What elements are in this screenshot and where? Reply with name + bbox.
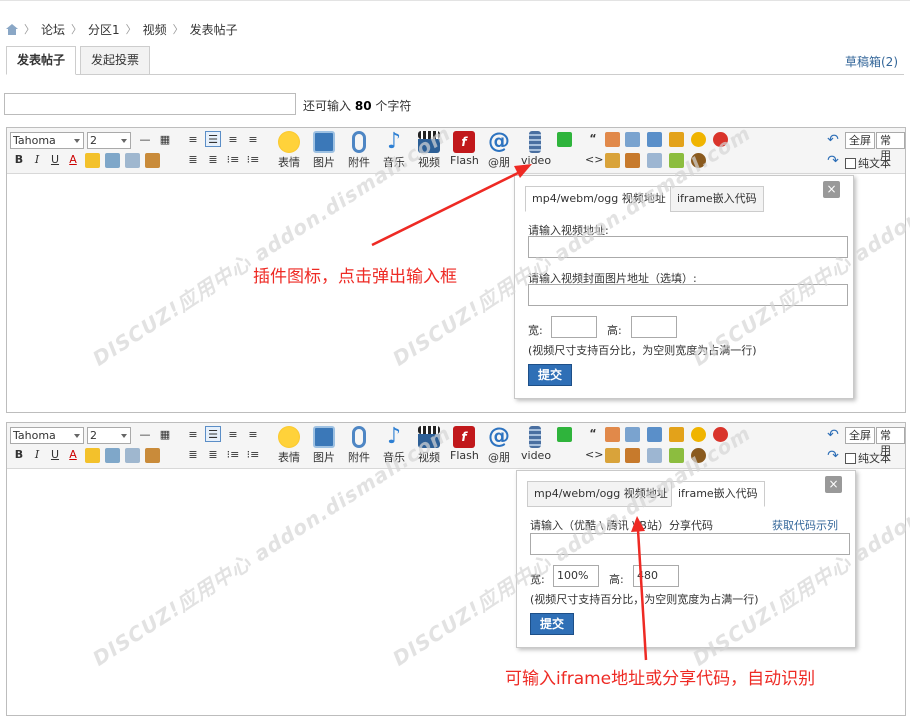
annotation-arrows bbox=[371, 164, 648, 661]
annotation-iframe-note: 可输入iframe地址或分享代码，自动识别 bbox=[505, 669, 816, 689]
annotation-plugin-icon: 插件图标，点击弹出输入框 bbox=[253, 267, 457, 287]
arrow-to-code-input bbox=[636, 529, 648, 661]
arrow-head-plugin bbox=[514, 164, 532, 178]
arrow-to-plugin-icon bbox=[371, 170, 521, 247]
arrow-head-code bbox=[631, 516, 645, 532]
